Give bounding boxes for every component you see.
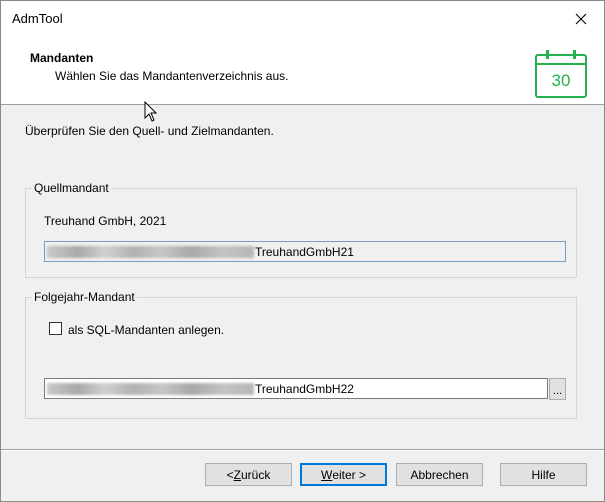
next-button-mnemonic: W xyxy=(320,467,333,482)
close-icon xyxy=(575,13,587,25)
help-button[interactable]: Hilfe xyxy=(500,463,587,486)
back-button-prefix: < xyxy=(226,467,234,482)
redacted-path-prefix xyxy=(47,245,254,258)
target-path-suffix: TreuhandGmbH22 xyxy=(255,381,354,396)
title-bar: AdmTool xyxy=(1,1,604,37)
back-button[interactable]: < Zurück xyxy=(205,463,292,486)
footer-separator xyxy=(1,449,604,451)
mouse-cursor-icon xyxy=(144,101,158,122)
source-path-field: TreuhandGmbH21 xyxy=(44,241,566,262)
next-button-rest: eiter > xyxy=(332,467,366,482)
next-button[interactable]: Weiter > xyxy=(300,463,387,486)
cancel-button[interactable]: Abbrechen xyxy=(396,463,483,486)
page-title: Mandanten xyxy=(30,51,94,65)
calendar-icon: 30 xyxy=(535,50,587,98)
back-button-rest: urück xyxy=(241,467,271,482)
sql-client-checkbox[interactable] xyxy=(49,322,62,335)
source-client-group: Quellmandant Treuhand GmbH, 2021 Treuhan… xyxy=(25,181,577,278)
target-group-legend: Folgejahr-Mandant xyxy=(32,290,137,304)
page-subtitle: Wählen Sie das Mandantenverzeichnis aus. xyxy=(55,69,289,83)
calendar-day-number: 30 xyxy=(552,71,571,90)
sql-client-checkbox-label[interactable]: als SQL-Mandanten anlegen. xyxy=(68,323,224,337)
source-company-name: Treuhand GmbH, 2021 xyxy=(44,214,167,228)
target-client-group: Folgejahr-Mandant als SQL-Mandanten anle… xyxy=(25,290,577,419)
wizard-header: Mandanten Wählen Sie das Mandantenverzei… xyxy=(1,37,604,105)
source-group-legend: Quellmandant xyxy=(32,181,111,195)
redacted-path-prefix xyxy=(47,382,254,395)
back-button-mnemonic: Z xyxy=(233,467,241,482)
target-path-input[interactable]: TreuhandGmbH22 xyxy=(44,378,548,399)
window-title: AdmTool xyxy=(12,11,63,26)
source-path-suffix: TreuhandGmbH21 xyxy=(255,244,354,259)
instruction-text: Überprüfen Sie den Quell- und Zielmandan… xyxy=(25,124,274,138)
browse-button[interactable]: ... xyxy=(549,378,566,400)
close-button[interactable] xyxy=(558,1,604,37)
wizard-window: AdmTool Mandanten Wählen Sie das Mandant… xyxy=(0,0,605,502)
